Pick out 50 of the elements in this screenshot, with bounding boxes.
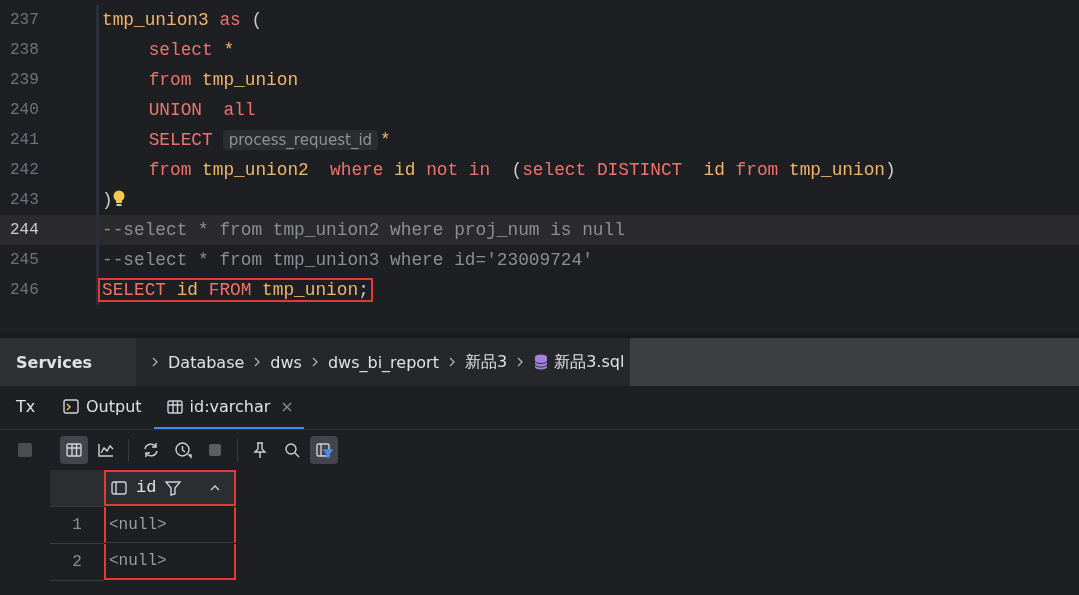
tab[interactable]: Output bbox=[50, 386, 154, 429]
refresh-icon bbox=[142, 441, 160, 459]
column-header[interactable]: id bbox=[104, 470, 236, 506]
line-number: 244 bbox=[9, 221, 40, 239]
line-number: 239 bbox=[9, 71, 40, 89]
close-icon[interactable] bbox=[282, 401, 293, 412]
line-number: 246 bbox=[9, 281, 40, 299]
pin-icon bbox=[251, 441, 269, 459]
code-line: ) bbox=[98, 188, 129, 212]
line-number: 242 bbox=[9, 161, 40, 179]
table-cell: <null> bbox=[104, 544, 236, 580]
code-line: from tmp_union2 where id not in (select DISTINCT id from tmp_union) bbox=[147, 159, 897, 182]
table-icon bbox=[165, 397, 184, 416]
line-number: 243 bbox=[9, 191, 40, 209]
code-line: from tmp_union bbox=[147, 69, 300, 92]
table-cell: <null> bbox=[104, 507, 236, 543]
toolbar-button[interactable] bbox=[60, 436, 88, 464]
breadcrumb-item[interactable]: 新品3.sql bbox=[533, 351, 625, 373]
line-number: 238 bbox=[9, 41, 40, 59]
line-chart-icon bbox=[97, 441, 115, 459]
filter-icon bbox=[164, 478, 183, 497]
code-line: --select * from tmp_union2 where proj_num is null bbox=[101, 219, 626, 242]
line-number: 240 bbox=[9, 101, 40, 119]
clock-icon bbox=[174, 441, 192, 459]
breadcrumb-item[interactable]: 新品3 bbox=[464, 351, 508, 373]
services-title: Services bbox=[0, 338, 136, 386]
database-icon bbox=[533, 353, 550, 371]
line-number: 237 bbox=[9, 11, 40, 29]
search-icon bbox=[283, 441, 301, 459]
line-number: 245 bbox=[9, 251, 40, 269]
code-line: tmp_union3 as ( bbox=[101, 9, 264, 32]
inlay-hint: process_request_id bbox=[222, 130, 379, 150]
column-icon bbox=[110, 478, 128, 497]
line-number: 241 bbox=[9, 131, 40, 149]
table-icon bbox=[65, 441, 83, 459]
code-line: UNION all bbox=[147, 99, 257, 122]
toolbar-button[interactable] bbox=[310, 436, 338, 464]
breadcrumb-item[interactable]: dws bbox=[270, 352, 302, 372]
tab[interactable]: id:varchar bbox=[153, 386, 305, 429]
code-line: --select * from tmp_union3 where id='23009724' bbox=[101, 249, 594, 272]
console-icon bbox=[62, 397, 80, 416]
tab[interactable]: Tx bbox=[0, 386, 50, 429]
filter-table-icon bbox=[315, 441, 333, 459]
breadcrumb-item[interactable]: Database bbox=[168, 352, 245, 372]
header-corner bbox=[50, 470, 104, 507]
breadcrumb-item[interactable]: dws_bi_report bbox=[327, 352, 439, 372]
sort-up-icon[interactable] bbox=[210, 484, 220, 491]
code-line: SELECT process_request_id * bbox=[147, 129, 392, 152]
stop-icon bbox=[206, 441, 224, 459]
code-line: select * bbox=[147, 39, 236, 62]
